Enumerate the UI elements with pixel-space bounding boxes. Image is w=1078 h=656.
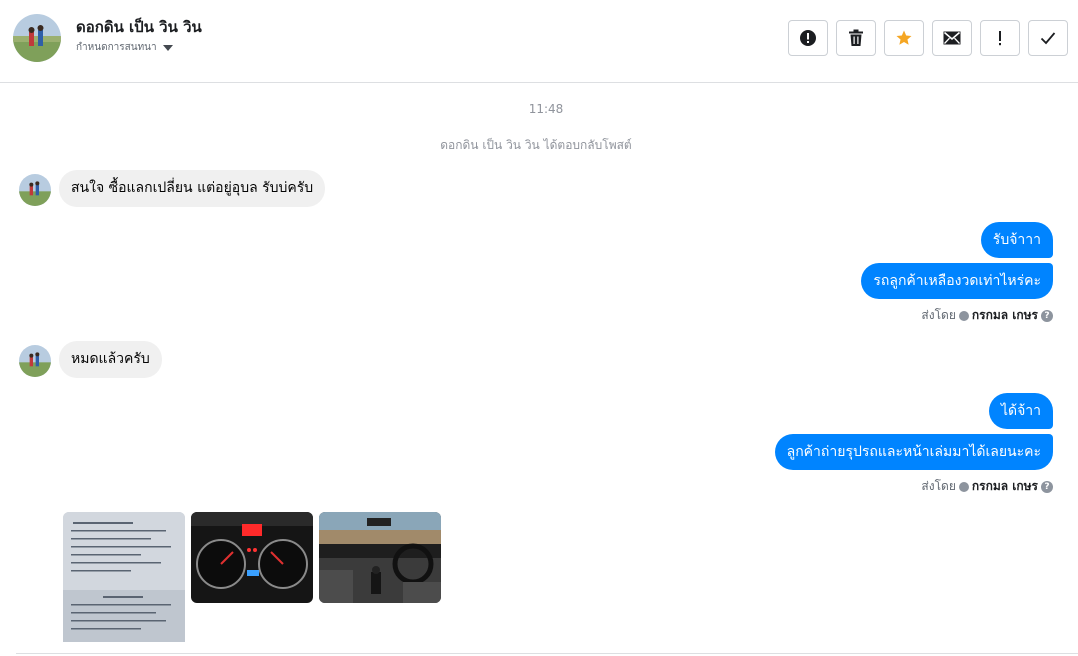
outgoing-message[interactable]: รับจ้าาา [980, 222, 1053, 258]
trash-icon [849, 29, 863, 46]
help-icon[interactable]: ? [1041, 480, 1053, 493]
sender-avatar[interactable] [19, 345, 51, 377]
system-note: ดอกดิน เป็น วิน วิน ได้ตอบกลับโพสต์ [440, 138, 632, 152]
assign-conversation-dropdown[interactable]: กำหนดการสนทนา [76, 40, 173, 55]
contact-name[interactable]: ดอกดิน เป็น วิน วิน [76, 15, 202, 39]
attachment-dashboard-photo[interactable] [191, 512, 313, 603]
sent-by-label: ส่งโดย กรกมล เกษร ? [921, 477, 1053, 496]
attachment-interior-photo[interactable] [319, 512, 441, 603]
conversation-toolbar [788, 20, 1068, 56]
attachment-document-photo[interactable] [63, 512, 185, 642]
outgoing-message[interactable]: ลูกค้าถ่ายรุปรถและหน้าเล่มมาได้เลยนะคะ [774, 434, 1053, 470]
message-timestamp: 11:48 [528, 102, 564, 116]
page-badge-icon [958, 481, 969, 492]
help-icon[interactable]: ? [1041, 309, 1053, 322]
sender-avatar[interactable] [19, 174, 51, 206]
follow-up-button[interactable] [980, 20, 1020, 56]
incoming-message[interactable]: สนใจ ซื้อแลกเปลี่ยน แต่อยู่อุบล รับบ่ครั… [59, 170, 326, 207]
sent-by-prefix: ส่งโดย [921, 479, 956, 493]
delete-button[interactable] [836, 20, 876, 56]
envelope-icon [943, 31, 961, 45]
sender-name[interactable]: กรกมล เกษร [972, 477, 1038, 496]
check-icon [1040, 32, 1056, 45]
star-button[interactable] [884, 20, 924, 56]
sender-name[interactable]: กรกมล เกษร [972, 306, 1038, 325]
caret-down-icon [162, 44, 173, 51]
composer-divider [16, 653, 1078, 654]
outgoing-message[interactable]: ได้จ้าา [988, 393, 1053, 429]
contact-avatar[interactable] [13, 14, 61, 62]
spam-button[interactable] [788, 20, 828, 56]
sent-by-label: ส่งโดย กรกมล เกษร ? [921, 306, 1053, 325]
mark-unread-button[interactable] [932, 20, 972, 56]
incoming-message[interactable]: หมดแล้วครับ [59, 341, 162, 378]
sent-by-prefix: ส่งโดย [921, 308, 956, 322]
exclamation-icon [999, 31, 1001, 46]
assign-label: กำหนดการสนทนา [76, 42, 157, 53]
outgoing-message[interactable]: รถลูกค้าเหลืองวดเท่าไหร่คะ [861, 263, 1053, 299]
conversation-header: ดอกดิน เป็น วิน วิน กำหนดการสนทนา [0, 0, 1078, 83]
page-badge-icon [958, 310, 969, 321]
star-icon [896, 30, 912, 45]
done-button[interactable] [1028, 20, 1068, 56]
alert-circle-icon [800, 30, 816, 46]
